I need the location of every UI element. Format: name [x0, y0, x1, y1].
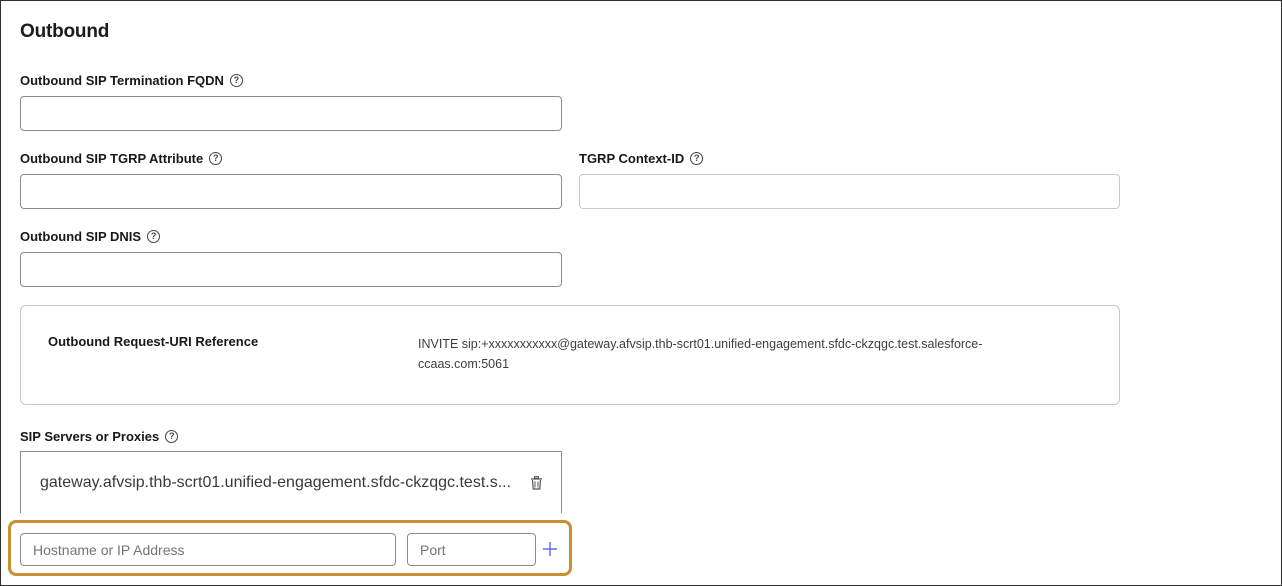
sip-servers-label: SIP Servers or Proxies: [20, 429, 160, 444]
question-circle-icon[interactable]: ?: [229, 74, 243, 87]
dnis-label: Outbound SIP DNIS: [20, 229, 142, 244]
section-title: Outbound: [20, 21, 110, 42]
sip-server-hostname: gateway.afvsip.thb-scrt01.unified-engage…: [40, 473, 512, 491]
request-uri-reference-box: Outbound Request-URI Reference INVITE si…: [20, 305, 1120, 405]
tgrp-input[interactable]: [20, 174, 562, 209]
port-input[interactable]: [407, 533, 536, 566]
dnis-label-row: Outbound SIP DNIS ?: [20, 229, 161, 244]
tgrp-context-label-row: TGRP Context-ID ?: [579, 151, 704, 166]
request-uri-value: INVITE sip:+xxxxxxxxxxx@gateway.afvsip.t…: [418, 337, 983, 371]
dnis-input[interactable]: [20, 252, 562, 287]
tgrp-label-row: Outbound SIP TGRP Attribute ?: [20, 151, 223, 166]
question-circle-icon[interactable]: ?: [147, 230, 161, 243]
sip-server-list-item: gateway.afvsip.thb-scrt01.unified-engage…: [20, 451, 562, 513]
fqdn-label-row: Outbound SIP Termination FQDN ?: [20, 73, 243, 88]
tgrp-label: Outbound SIP TGRP Attribute: [20, 151, 204, 166]
tgrp-context-input[interactable]: [579, 174, 1120, 209]
hostname-input[interactable]: [20, 533, 396, 566]
tgrp-context-label: TGRP Context-ID: [579, 151, 685, 166]
outbound-settings-panel: Outbound Outbound SIP Termination FQDN ?…: [0, 0, 1282, 586]
trash-icon[interactable]: [530, 475, 544, 490]
question-circle-icon[interactable]: ?: [209, 152, 223, 165]
request-uri-label: Outbound Request-URI Reference: [48, 334, 259, 349]
question-circle-icon[interactable]: ?: [690, 152, 704, 165]
question-circle-icon[interactable]: ?: [165, 430, 179, 443]
fqdn-label: Outbound SIP Termination FQDN: [20, 73, 224, 88]
plus-icon[interactable]: [542, 541, 558, 557]
sip-servers-label-row: SIP Servers or Proxies ?: [20, 429, 179, 444]
fqdn-input[interactable]: [20, 96, 562, 131]
